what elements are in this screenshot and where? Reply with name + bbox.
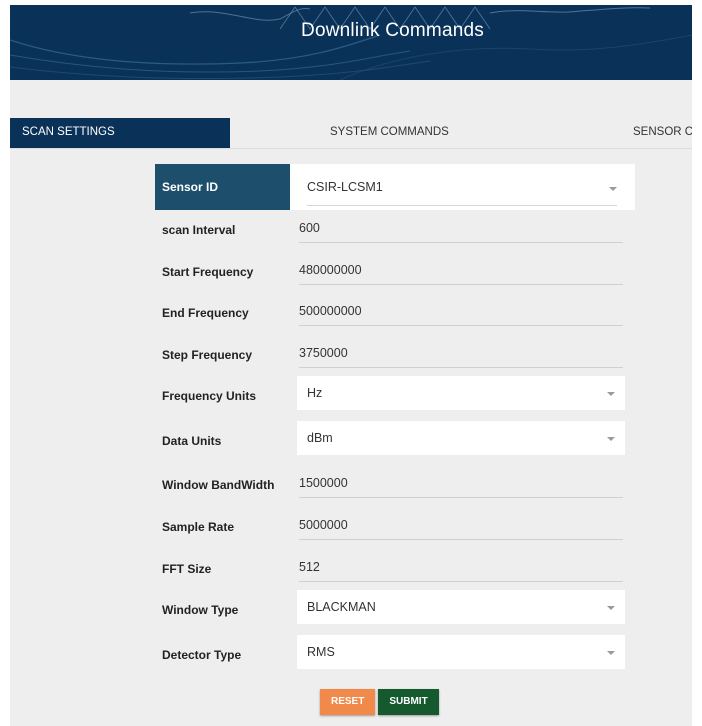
app-frame: Downlink Commands SCAN SETTINGS SYSTEM C… — [10, 5, 692, 726]
chevron-down-icon — [609, 187, 617, 191]
window-bandwidth-row: Window BandWidth 1500000 — [155, 465, 635, 507]
sensor-id-label: Sensor ID — [155, 164, 290, 210]
tab-sensor-commands[interactable]: SENSOR C — [633, 118, 692, 148]
scan-interval-label: scan Interval — [162, 223, 236, 237]
header-banner: Downlink Commands — [10, 5, 692, 80]
sample-rate-row: Sample Rate 5000000 — [155, 507, 635, 549]
scan-settings-form: Sensor ID CSIR-LCSM1 scan Interval 600 S… — [155, 164, 635, 679]
scan-interval-row: scan Interval 600 — [155, 210, 635, 252]
detector-type-value: RMS — [307, 644, 335, 659]
chevron-down-icon — [607, 606, 615, 611]
data-units-label: Data Units — [162, 433, 222, 448]
wave-decoration — [10, 6, 692, 80]
fft-size-input[interactable]: 512 — [299, 553, 623, 582]
data-units-row: Data Units dBm — [155, 420, 635, 466]
end-frequency-row: End Frequency 500000000 — [155, 293, 635, 335]
sensor-id-value: CSIR-LCSM1 — [307, 170, 617, 206]
tab-bar: SCAN SETTINGS SYSTEM COMMANDS SENSOR C — [10, 118, 692, 149]
sensor-id-select[interactable]: CSIR-LCSM1 — [290, 164, 635, 210]
window-type-value: BLACKMAN — [307, 600, 376, 615]
window-type-row: Window Type BLACKMAN — [155, 590, 635, 635]
end-frequency-input[interactable]: 500000000 — [299, 297, 623, 327]
data-units-select[interactable]: dBm — [297, 420, 625, 455]
chevron-down-icon — [607, 436, 615, 441]
window-type-select[interactable]: BLACKMAN — [297, 590, 625, 625]
sample-rate-input[interactable]: 5000000 — [299, 511, 623, 540]
tab-scan-settings[interactable]: SCAN SETTINGS — [10, 118, 230, 148]
page-title: Downlink Commands — [301, 20, 484, 41]
frequency-units-label: Frequency Units — [162, 389, 257, 404]
step-frequency-input[interactable]: 3750000 — [299, 339, 623, 368]
window-type-label: Window Type — [162, 603, 239, 618]
submit-button[interactable]: SUBMIT — [378, 689, 439, 715]
end-frequency-label: End Frequency — [162, 306, 249, 321]
sample-rate-label: Sample Rate — [162, 519, 235, 534]
step-frequency-label: Step Frequency — [162, 347, 253, 362]
form-actions: RESET SUBMIT — [320, 689, 439, 715]
step-frequency-row: Step Frequency 3750000 — [155, 335, 635, 377]
fft-size-label: FFT Size — [162, 561, 212, 576]
scan-interval-input[interactable]: 600 — [299, 214, 623, 243]
reset-button[interactable]: RESET — [320, 689, 376, 715]
fft-size-row: FFT Size 512 — [155, 549, 635, 591]
start-frequency-row: Start Frequency 480000000 — [155, 252, 635, 294]
detector-type-label: Detector Type — [162, 647, 242, 662]
window-bandwidth-input[interactable]: 1500000 — [299, 469, 623, 499]
chevron-down-icon — [607, 392, 615, 397]
frequency-units-row: Frequency Units Hz — [155, 376, 635, 421]
detector-type-row: Detector Type RMS — [155, 634, 635, 680]
sensor-id-row: Sensor ID CSIR-LCSM1 — [155, 164, 635, 210]
tab-system-commands[interactable]: SYSTEM COMMANDS — [330, 118, 449, 148]
detector-type-select[interactable]: RMS — [297, 634, 625, 669]
start-frequency-label: Start Frequency — [162, 264, 254, 279]
start-frequency-input[interactable]: 480000000 — [299, 256, 623, 285]
data-units-value: dBm — [307, 430, 333, 445]
frequency-units-value: Hz — [307, 386, 323, 401]
frequency-units-select[interactable]: Hz — [297, 376, 625, 411]
window-bandwidth-label: Window BandWidth — [162, 478, 275, 493]
chevron-down-icon — [607, 650, 615, 655]
